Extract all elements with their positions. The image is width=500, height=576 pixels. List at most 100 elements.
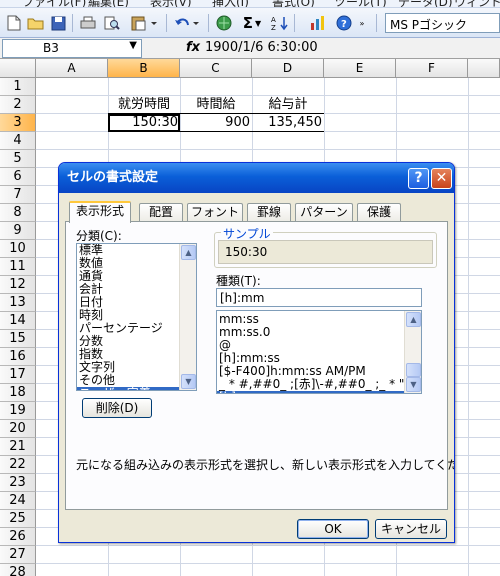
dialog-title[interactable]: セルの書式設定 [59,163,454,193]
row-header-19[interactable]: 19 [0,402,36,420]
row-header-9[interactable]: 9 [0,222,36,240]
menu-file[interactable]: ファイル(F) [22,0,86,7]
autosum-icon[interactable]: Σ ▼ [238,13,266,33]
tab-alignment[interactable]: 配置 [139,203,183,222]
cell-d3[interactable]: 135,450 [252,114,324,132]
scroll-down-icon[interactable]: ▼ [181,374,196,389]
column-header-d[interactable]: D [252,59,324,78]
gridline [36,545,500,546]
scroll-up-icon[interactable]: ▲ [181,245,196,260]
hyperlink-icon[interactable] [214,13,234,33]
row-header-18[interactable]: 18 [0,384,36,402]
row-header-17[interactable]: 17 [0,366,36,384]
scroll-thumb[interactable] [406,363,421,377]
menu-view[interactable]: 表示(V) [150,0,192,7]
formula-input[interactable]: 1900/1/6 6:30:00 [205,40,318,55]
type-item[interactable]: @ [217,339,405,352]
row-header-25[interactable]: 25 [0,510,36,528]
cell-b2[interactable]: 就労時間 [108,96,180,114]
help-icon[interactable]: ? [408,168,429,189]
row-header-4[interactable]: 4 [0,132,36,150]
save-icon[interactable] [48,13,68,33]
tab-protection[interactable]: 保護 [357,203,401,222]
type-item[interactable]: [$-F400]h:mm:ss AM/PM [217,365,405,378]
gridline [36,563,500,564]
cell-b3-selected[interactable]: 150:30 [108,114,180,132]
category-listbox[interactable]: 標準数値通貨会計日付時刻パーセンテージ分数指数文字列その他ユーザー定義 ▲ ▼ [76,243,197,391]
name-box[interactable]: B3 ▼ [2,39,142,58]
row-header-16[interactable]: 16 [0,348,36,366]
row-header-22[interactable]: 22 [0,456,36,474]
cell-c3[interactable]: 900 [180,114,252,132]
row-header-10[interactable]: 10 [0,240,36,258]
row-header-1[interactable]: 1 [0,78,36,96]
row-header-12[interactable]: 12 [0,276,36,294]
row-header-5[interactable]: 5 [0,150,36,168]
chevron-down-icon[interactable]: ▼ [129,40,137,51]
chart-wizard-icon[interactable] [308,13,328,33]
column-header-b[interactable]: B [108,59,180,78]
row-header-13[interactable]: 13 [0,294,36,312]
row-header-20[interactable]: 20 [0,420,36,438]
type-input[interactable]: [h]:mm [216,288,422,307]
cell-d2[interactable]: 給与計 [252,96,324,114]
type-item[interactable]: [h]:mm [217,391,405,393]
row-header-6[interactable]: 6 [0,168,36,186]
tab-border[interactable]: 罫線 [247,203,291,222]
row-header-21[interactable]: 21 [0,438,36,456]
row-header-24[interactable]: 24 [0,492,36,510]
row-header-23[interactable]: 23 [0,474,36,492]
help-icon[interactable]: ? [334,13,354,33]
row-header-14[interactable]: 14 [0,312,36,330]
insert-function-icon[interactable]: fx [186,40,200,55]
row-header-28[interactable]: 28 [0,564,36,576]
scroll-up-icon[interactable]: ▲ [406,312,421,327]
column-header-partial[interactable] [468,59,500,78]
menu-insert[interactable]: 挿入(I) [212,0,249,7]
type-item[interactable]: mm:ss.0 [217,326,405,339]
close-icon[interactable]: ✕ [431,168,452,189]
column-header-e[interactable]: E [324,59,396,78]
ok-button[interactable]: OK [297,519,369,539]
category-item[interactable]: ユーザー定義 [77,387,179,390]
column-header-c[interactable]: C [180,59,252,78]
open-icon[interactable] [26,13,46,33]
tab-font[interactable]: フォント [187,203,243,222]
menu-data[interactable]: データ(D) [398,0,453,7]
tab-patterns[interactable]: パターン [295,203,353,222]
print-icon[interactable] [78,13,98,33]
cancel-button[interactable]: キャンセル [375,519,447,539]
type-item[interactable]: _ * #,##0_ ;[赤]\-#,##0_ ;_ * "-"_ ;_ @_ [217,378,405,391]
category-scrollbar[interactable]: ▲ ▼ [179,244,196,390]
sort-ascending-icon[interactable]: AZ [270,13,290,33]
row-header-3[interactable]: 3 [0,114,36,132]
font-name-combobox[interactable]: MS Pゴシック [385,13,500,33]
cell-c2[interactable]: 時間給 [180,96,252,114]
type-scrollbar[interactable]: ▲ ▼ [404,311,421,393]
new-icon[interactable] [4,13,24,33]
menu-window[interactable]: ウィンドウ(W) [454,0,500,7]
undo-icon[interactable] [172,13,202,33]
select-all-corner[interactable] [0,59,36,78]
menu-format[interactable]: 書式(O) [272,0,315,7]
menu-tools[interactable]: ツール(T) [334,0,387,7]
research-icon[interactable] [102,13,122,33]
column-header-a[interactable]: A [36,59,108,78]
scroll-down-icon[interactable]: ▼ [406,377,421,392]
column-header-f[interactable]: F [396,59,468,78]
tab-number[interactable]: 表示形式 [69,201,131,223]
type-item[interactable]: mm:ss [217,313,405,326]
toolbar-options-icon[interactable]: » [356,13,368,33]
row-header-2[interactable]: 2 [0,96,36,114]
row-header-11[interactable]: 11 [0,258,36,276]
type-listbox[interactable]: mm:ss mm:ss.0 @ [h]:mm:ss [$-F400]h:mm:ss AM… [216,310,422,394]
row-header-7[interactable]: 7 [0,186,36,204]
row-header-8[interactable]: 8 [0,204,36,222]
row-header-26[interactable]: 26 [0,528,36,546]
row-header-15[interactable]: 15 [0,330,36,348]
type-item[interactable]: [h]:mm:ss [217,352,405,365]
paste-icon[interactable] [130,13,160,33]
menu-edit[interactable]: 編集(E) [88,0,129,7]
row-header-27[interactable]: 27 [0,546,36,564]
delete-button[interactable]: 削除(D) [82,398,152,418]
